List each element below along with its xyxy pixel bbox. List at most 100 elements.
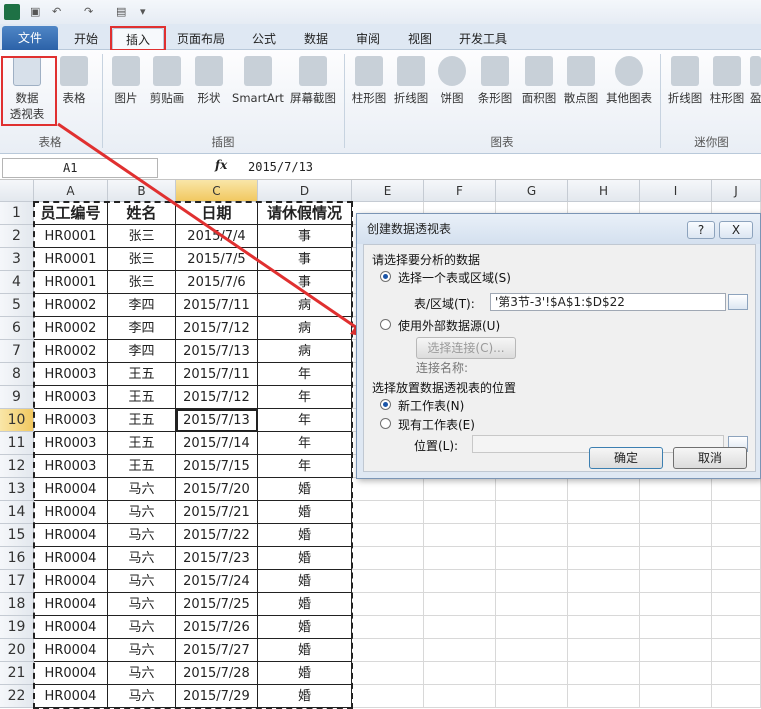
- empty-cell[interactable]: [712, 547, 761, 570]
- table-cell[interactable]: 2015/7/5: [176, 248, 258, 271]
- empty-cell[interactable]: [424, 547, 496, 570]
- table-cell[interactable]: 2015/7/21: [176, 501, 258, 524]
- sparkline-winloss-button[interactable]: 盈: [750, 56, 761, 106]
- table-cell[interactable]: 王五: [108, 386, 176, 409]
- table-cell[interactable]: 病: [258, 294, 352, 317]
- ok-button[interactable]: 确定: [589, 447, 663, 469]
- table-cell[interactable]: 婚: [258, 593, 352, 616]
- sparkline-line-button[interactable]: 折线图: [664, 56, 706, 106]
- empty-cell[interactable]: [712, 593, 761, 616]
- table-cell[interactable]: 马六: [108, 501, 176, 524]
- row-header[interactable]: 9: [0, 386, 34, 409]
- name-box[interactable]: A1: [2, 158, 158, 178]
- table-cell[interactable]: 2015/7/24: [176, 570, 258, 593]
- empty-cell[interactable]: [712, 501, 761, 524]
- radio-existing-worksheet[interactable]: [380, 418, 391, 429]
- formula-input[interactable]: 2015/7/13: [248, 160, 313, 174]
- close-button[interactable]: X: [719, 221, 753, 239]
- line-chart-button[interactable]: 折线图: [390, 56, 432, 106]
- table-cell[interactable]: 王五: [108, 363, 176, 386]
- table-cell[interactable]: 李四: [108, 340, 176, 363]
- row-header[interactable]: 15: [0, 524, 34, 547]
- table-cell[interactable]: HR0001: [34, 271, 108, 294]
- table-cell[interactable]: 2015/7/11: [176, 294, 258, 317]
- cancel-button[interactable]: 取消: [673, 447, 747, 469]
- table-cell[interactable]: 年: [258, 386, 352, 409]
- table-cell[interactable]: HR0004: [34, 593, 108, 616]
- table-cell[interactable]: 王五: [108, 455, 176, 478]
- table-cell[interactable]: HR0004: [34, 662, 108, 685]
- smartart-button[interactable]: SmartArt: [230, 56, 286, 106]
- choose-connection-button[interactable]: 选择连接(C)...: [416, 337, 516, 359]
- radio-new-worksheet[interactable]: [380, 399, 391, 410]
- customize-qat-button[interactable]: ▾: [140, 3, 146, 20]
- empty-cell[interactable]: [568, 501, 640, 524]
- empty-cell[interactable]: [352, 570, 424, 593]
- table-cell[interactable]: HR0004: [34, 570, 108, 593]
- select-all-corner[interactable]: [0, 180, 34, 202]
- empty-cell[interactable]: [712, 524, 761, 547]
- empty-cell[interactable]: [424, 593, 496, 616]
- empty-cell[interactable]: [712, 570, 761, 593]
- row-header[interactable]: 5: [0, 294, 34, 317]
- empty-cell[interactable]: [496, 570, 568, 593]
- empty-cell[interactable]: [496, 478, 568, 501]
- row-header[interactable]: 7: [0, 340, 34, 363]
- range-collapse-icon[interactable]: [728, 294, 748, 310]
- radio-table-range[interactable]: [380, 271, 391, 282]
- picture-button[interactable]: 图片: [106, 56, 146, 106]
- table-cell[interactable]: HR0004: [34, 616, 108, 639]
- table-cell[interactable]: 马六: [108, 639, 176, 662]
- tab-page-layout[interactable]: 页面布局: [168, 28, 234, 50]
- bar-chart-button[interactable]: 条形图: [474, 56, 516, 106]
- table-cell[interactable]: HR0004: [34, 501, 108, 524]
- save-icon[interactable]: ▣: [30, 3, 40, 20]
- table-cell[interactable]: 2015/7/4: [176, 225, 258, 248]
- empty-cell[interactable]: [496, 593, 568, 616]
- table-cell[interactable]: 马六: [108, 524, 176, 547]
- empty-cell[interactable]: [424, 570, 496, 593]
- shapes-button[interactable]: 形状: [192, 56, 226, 106]
- empty-cell[interactable]: [352, 662, 424, 685]
- empty-cell[interactable]: [496, 547, 568, 570]
- row-header[interactable]: 18: [0, 593, 34, 616]
- table-cell[interactable]: 马六: [108, 547, 176, 570]
- row-header[interactable]: 12: [0, 455, 34, 478]
- area-chart-button[interactable]: 面积图: [518, 56, 560, 106]
- table-cell[interactable]: 张三: [108, 248, 176, 271]
- table-cell[interactable]: HR0001: [34, 225, 108, 248]
- table-cell[interactable]: 2015/7/26: [176, 616, 258, 639]
- empty-cell[interactable]: [352, 501, 424, 524]
- table-cell[interactable]: HR0003: [34, 386, 108, 409]
- empty-cell[interactable]: [640, 639, 712, 662]
- table-cell[interactable]: 婚: [258, 547, 352, 570]
- other-chart-button[interactable]: 其他图表: [602, 56, 656, 106]
- radio-external-source[interactable]: [380, 319, 391, 330]
- table-cell[interactable]: 马六: [108, 570, 176, 593]
- empty-cell[interactable]: [712, 639, 761, 662]
- empty-cell[interactable]: [352, 547, 424, 570]
- table-cell[interactable]: HR0004: [34, 524, 108, 547]
- row-header[interactable]: 21: [0, 662, 34, 685]
- table-cell[interactable]: 2015/7/25: [176, 593, 258, 616]
- table-cell[interactable]: 2015/7/23: [176, 547, 258, 570]
- empty-cell[interactable]: [352, 524, 424, 547]
- column-chart-button[interactable]: 柱形图: [348, 56, 390, 106]
- empty-cell[interactable]: [640, 593, 712, 616]
- table-cell[interactable]: HR0004: [34, 547, 108, 570]
- table-cell[interactable]: 马六: [108, 662, 176, 685]
- table-cell[interactable]: 事: [258, 225, 352, 248]
- table-cell[interactable]: 2015/7/12: [176, 317, 258, 340]
- table-cell[interactable]: 年: [258, 432, 352, 455]
- row-header[interactable]: 14: [0, 501, 34, 524]
- table-cell[interactable]: HR0004: [34, 639, 108, 662]
- table-cell[interactable]: 婚: [258, 616, 352, 639]
- table-cell[interactable]: HR0002: [34, 317, 108, 340]
- row-header[interactable]: 3: [0, 248, 34, 271]
- table-button[interactable]: 表格: [54, 56, 94, 106]
- empty-cell[interactable]: [712, 616, 761, 639]
- row-header[interactable]: 17: [0, 570, 34, 593]
- empty-cell[interactable]: [352, 478, 424, 501]
- table-cell[interactable]: 年: [258, 363, 352, 386]
- header-cell[interactable]: 日期: [176, 202, 258, 225]
